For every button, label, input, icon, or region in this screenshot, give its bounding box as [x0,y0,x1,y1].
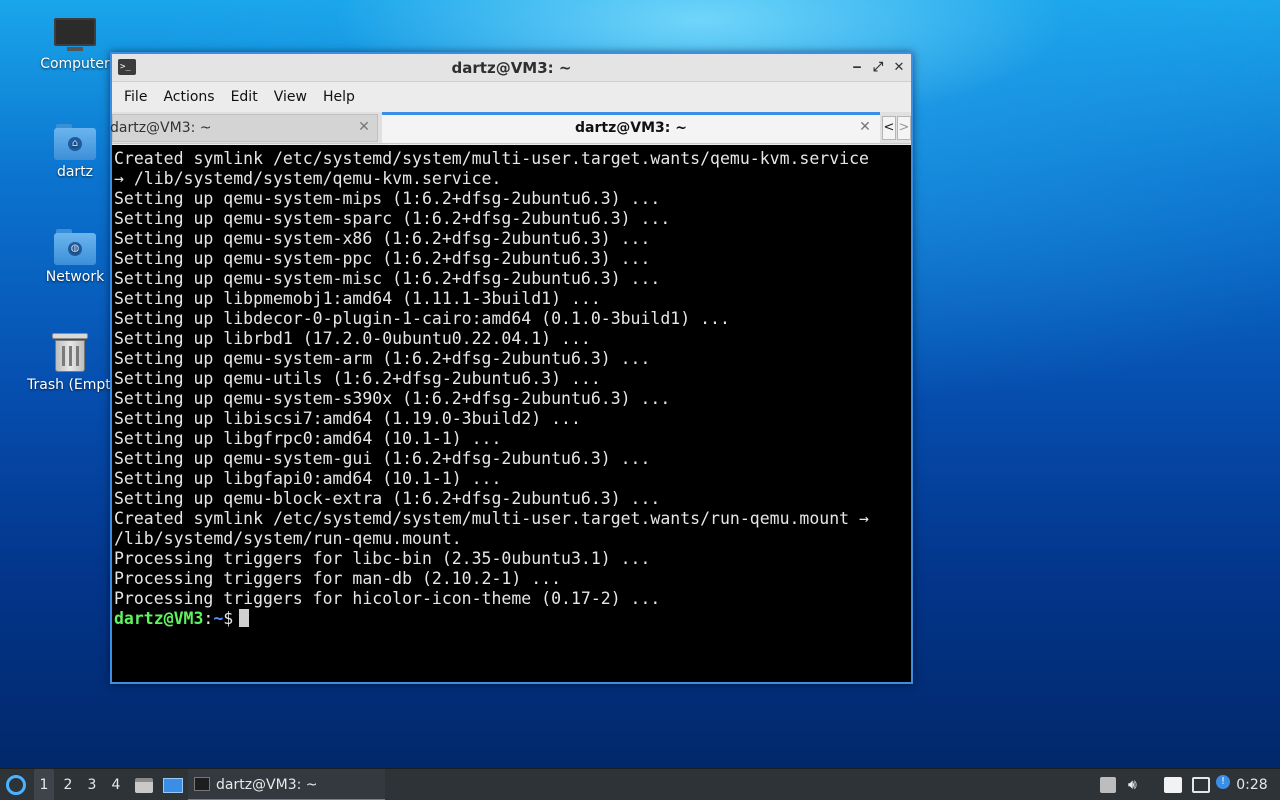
terminal-line: Setting up qemu-system-ppc (1:6.2+dfsg-2… [114,249,651,268]
terminal-line: Setting up libgfrpc0:amd64 (10.1-1) ... [114,429,502,448]
workspace-3[interactable]: 3 [82,769,102,800]
terminal-line: Setting up qemu-system-gui (1:6.2+dfsg-2… [114,449,651,468]
maximize-button[interactable]: ⤢ [869,59,887,77]
volume-icon[interactable]: 🔊︎ [1128,777,1144,793]
update-notifier-icon[interactable] [1100,777,1116,793]
tab-label: dartz@VM3: ~ [575,120,687,136]
terminal-lines: Created symlink /etc/systemd/system/mult… [114,149,911,609]
window-titlebar[interactable]: >_ dartz@VM3: ~ ‒ ⤢ ✕ [112,54,911,82]
terminal-line: Setting up qemu-block-extra (1:6.2+dfsg-… [114,489,661,508]
network-folder-icon: ◍ [54,229,96,265]
lubuntu-logo-icon [6,775,26,795]
desktop-icon [163,778,183,793]
tab-2[interactable]: dartz@VM3: ~ ✕ [382,112,880,143]
terminal-line: Processing triggers for man-db (2.10.2-1… [114,569,562,588]
network-icon[interactable] [1192,777,1210,793]
tab-1[interactable]: dartz@VM3: ~ ✕ [110,114,378,142]
home-folder-icon: ⌂ [54,124,96,160]
clock[interactable]: 0:28 [1232,769,1272,800]
tab-scroll-right-icon[interactable]: > [897,116,911,140]
terminal-line: Setting up libpmemobj1:amd64 (1.11.1-3bu… [114,289,601,308]
terminal-line: Processing triggers for hicolor-icon-the… [114,589,661,608]
menu-edit[interactable]: Edit [223,82,266,112]
desktop-icon-label: Computer [40,56,110,72]
terminal-line: Processing triggers for libc-bin (2.35-0… [114,549,651,568]
workspace-4[interactable]: 4 [106,769,126,800]
clipboard-icon[interactable] [1164,777,1182,793]
workspace-1[interactable]: 1 [34,769,54,800]
menu-actions[interactable]: Actions [155,82,222,112]
terminal-output[interactable]: Created symlink /etc/systemd/system/mult… [112,145,911,682]
window-title: dartz@VM3: ~ [451,59,572,77]
computer-icon [54,18,96,52]
prompt-symbol: $ [223,609,234,628]
taskbar-task-label: dartz@VM3: ~ [216,777,318,793]
workspace-2[interactable]: 2 [58,769,78,800]
terminal-line: Setting up libiscsi7:amd64 (1.19.0-3buil… [114,409,581,428]
tab-close-icon[interactable]: ✕ [355,117,373,137]
desktop-icon-computer[interactable]: Computer [27,18,123,72]
prompt-path: ~ [213,609,224,628]
terminal-line: Setting up qemu-system-misc (1:6.2+dfsg-… [114,269,661,288]
desktop-icon-network[interactable]: ◍ Network [27,229,123,285]
taskbar-terminal-button[interactable]: dartz@VM3: ~ [188,769,385,800]
menu-bar: File Actions Edit View Help [112,82,911,112]
prompt-separator: : [203,609,214,628]
terminal-line: Setting up qemu-system-sparc (1:6.2+dfsg… [114,209,671,228]
minimize-button[interactable]: ‒ [848,59,866,77]
close-button[interactable]: ✕ [890,59,908,77]
desktop-icon-home[interactable]: ⌂ dartz [27,124,123,180]
menu-view[interactable]: View [266,82,315,112]
menu-file[interactable]: File [116,82,155,112]
terminal-line: Setting up qemu-utils (1:6.2+dfsg-2ubunt… [114,369,601,388]
terminal-line: Setting up libgfapi0:amd64 (10.1-1) ... [114,469,502,488]
trash-icon [52,331,88,373]
tab-bar: dartz@VM3: ~ ✕ dartz@VM3: ~ ✕ < > [110,112,911,144]
terminal-line: Setting up librbd1 (17.2.0-0ubuntu0.22.0… [114,329,591,348]
tab-close-icon[interactable]: ✕ [856,117,874,137]
desktop-icon-trash[interactable]: Trash (Empty) [27,331,113,393]
notification-icon[interactable]: ! [1216,775,1230,789]
terminal-line: Setting up qemu-system-x86 (1:6.2+dfsg-2… [114,229,651,248]
terminal-line: Setting up qemu-system-mips (1:6.2+dfsg-… [114,189,661,208]
menu-help[interactable]: Help [315,82,363,112]
desktop-icon-label: dartz [56,164,94,180]
start-menu-button[interactable] [4,769,28,800]
terminal-line: Setting up qemu-system-arm (1:6.2+dfsg-2… [114,349,651,368]
terminal-line: Created symlink /etc/systemd/system/mult… [114,509,869,528]
desktop-icon-label: Network [45,269,105,285]
terminal-line: Created symlink /etc/systemd/system/mult… [114,149,869,168]
terminal-prompt[interactable]: dartz@VM3:~$ [114,609,911,629]
terminal-line: /lib/systemd/system/run-qemu.mount. [114,529,462,548]
terminal-line: → /lib/systemd/system/qemu-kvm.service. [114,169,502,188]
file-manager-launcher[interactable] [134,769,154,800]
terminal-line: Setting up qemu-system-s390x (1:6.2+dfsg… [114,389,671,408]
show-desktop-launcher[interactable] [162,769,184,800]
terminal-window: >_ dartz@VM3: ~ ‒ ⤢ ✕ File Actions Edit … [110,52,913,684]
taskbar: 1 2 3 4 dartz@VM3: ~ 🔊︎ ! 0:28 [0,768,1280,800]
desktop-icon-label: Trash (Empty) [27,377,113,393]
text-cursor [239,609,250,627]
prompt-user-host: dartz@VM3 [114,609,204,628]
file-manager-icon [135,778,153,793]
tab-scroll-left-icon[interactable]: < [882,116,896,140]
terminal-icon [194,777,210,791]
terminal-line: Setting up libdecor-0-plugin-1-cairo:amd… [114,309,730,328]
tab-label: dartz@VM3: ~ [110,120,212,136]
